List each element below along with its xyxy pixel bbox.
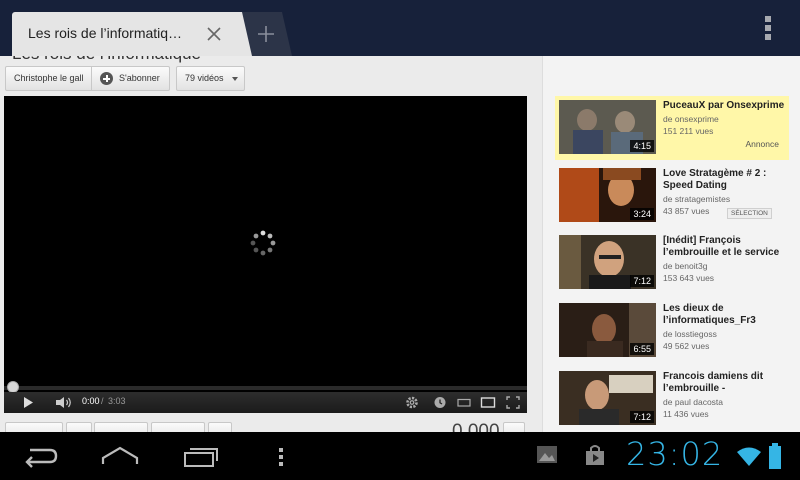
related-video[interactable]: 6:55 Les dieux de l’informatiques_Fr3 de… [555, 299, 789, 363]
video-title[interactable]: Love Stratagème # 2 : Speed Dating [663, 168, 789, 192]
clock-icon[interactable] [432, 395, 448, 410]
wifi-icon [737, 447, 761, 466]
video-thumbnail[interactable]: 4:15 [559, 100, 656, 154]
tab-title: Les rois de l’informatiq… [28, 25, 183, 41]
video-duration: 3:24 [630, 208, 654, 220]
play-icon[interactable] [20, 395, 36, 410]
current-time: 0:00 [82, 396, 100, 406]
player-controls: 0:00 / 3:03 [4, 392, 527, 413]
volume-icon[interactable] [54, 395, 74, 410]
market-notification-icon[interactable] [584, 444, 606, 466]
stats-button[interactable] [503, 422, 525, 432]
video-thumbnail[interactable]: 6:55 [559, 303, 656, 357]
video-duration: 7:12 [630, 275, 654, 287]
related-video[interactable]: 7:12 [Inédit] François l’embrouille et l… [555, 231, 789, 295]
browser-tab-bar: Les rois de l’informatiq… [0, 0, 800, 56]
video-title[interactable]: [Inédit] François l’embrouille et le ser… [663, 235, 789, 259]
video-author: de paul dacosta [663, 397, 724, 407]
page-content: Les rois de l’informatique Christophe le… [0, 56, 800, 432]
gallery-notification-icon[interactable] [536, 444, 558, 466]
back-icon[interactable] [22, 444, 60, 468]
large-player-icon[interactable] [480, 395, 496, 410]
caret-down-icon [232, 77, 238, 81]
overflow-menu-icon[interactable] [760, 14, 776, 42]
video-author: de losstiegoss [663, 329, 717, 339]
video-views: 153 643 vues [663, 273, 715, 283]
plus-circle-icon [100, 72, 113, 85]
related-video[interactable]: 3:24 Love Stratagème # 2 : Speed Dating … [555, 164, 789, 228]
ad-badge: Annonce [745, 139, 779, 149]
share-button[interactable] [151, 422, 205, 432]
system-navigation-bar: 23:02 [0, 432, 800, 480]
gear-icon[interactable] [404, 395, 420, 410]
home-icon[interactable] [100, 444, 140, 468]
video-thumbnail[interactable]: 3:24 [559, 168, 656, 222]
status-clock: 23:02 [626, 435, 724, 473]
dislike-button[interactable] [66, 422, 92, 432]
plus-icon[interactable] [256, 24, 276, 44]
video-views: 43 857 vues [663, 206, 710, 216]
video-title[interactable]: Francois damiens dit l’embrouille - [663, 371, 789, 395]
video-views: 151 211 vues [663, 126, 714, 136]
app-screen: Les rois de l’informatiq… Les rois de l’… [0, 0, 800, 480]
loading-spinner-icon [250, 230, 276, 256]
view-count: 0.000 [452, 421, 500, 432]
video-author: de stratagemistes [663, 194, 731, 204]
video-thumbnail[interactable]: 7:12 [559, 371, 656, 425]
browser-tab[interactable]: Les rois de l’informatiq… [12, 12, 248, 56]
video-duration: 6:55 [630, 343, 654, 355]
related-video-ad[interactable]: 4:15 PuceauX par Onsexprime de onsexprim… [555, 96, 789, 160]
recent-apps-icon[interactable] [182, 444, 220, 468]
fullscreen-icon[interactable] [505, 395, 521, 410]
video-duration: 4:15 [630, 140, 654, 152]
small-player-icon[interactable] [456, 395, 472, 410]
subscribe-label: S'abonner [119, 73, 160, 83]
like-button[interactable] [5, 422, 63, 432]
time-separator: / [101, 396, 104, 406]
video-author: de benoit3g [663, 261, 708, 271]
video-duration: 7:12 [630, 411, 654, 423]
related-video[interactable]: 7:12 Francois damiens dit l’embrouille -… [555, 367, 789, 431]
video-title[interactable]: PuceauX par Onsexprime [663, 100, 789, 112]
add-to-button[interactable] [94, 422, 148, 432]
video-player[interactable]: 0:00 / 3:03 [4, 96, 527, 413]
progress-bar[interactable] [4, 386, 527, 390]
videos-count: 79 vidéos [185, 73, 224, 83]
video-views: 49 562 vues [663, 341, 710, 351]
page-title: Les rois de l’informatique [12, 56, 201, 64]
video-title[interactable]: Les dieux de l’informatiques_Fr3 [663, 303, 789, 327]
subscribe-button[interactable]: S'abonner [91, 66, 170, 91]
total-time: 3:03 [108, 396, 126, 406]
video-thumbnail[interactable]: 7:12 [559, 235, 656, 289]
more-button[interactable] [208, 422, 232, 432]
battery-icon [769, 443, 781, 469]
menu-icon[interactable] [276, 444, 286, 468]
close-icon[interactable] [204, 24, 224, 44]
channel-button[interactable]: Christophe le gall [5, 66, 92, 91]
video-views: 11 436 vues [663, 409, 709, 419]
selection-badge: SÉLECTION [727, 208, 772, 219]
video-author: de onsexprime [663, 114, 719, 124]
videos-dropdown[interactable]: 79 vidéos [176, 66, 245, 91]
